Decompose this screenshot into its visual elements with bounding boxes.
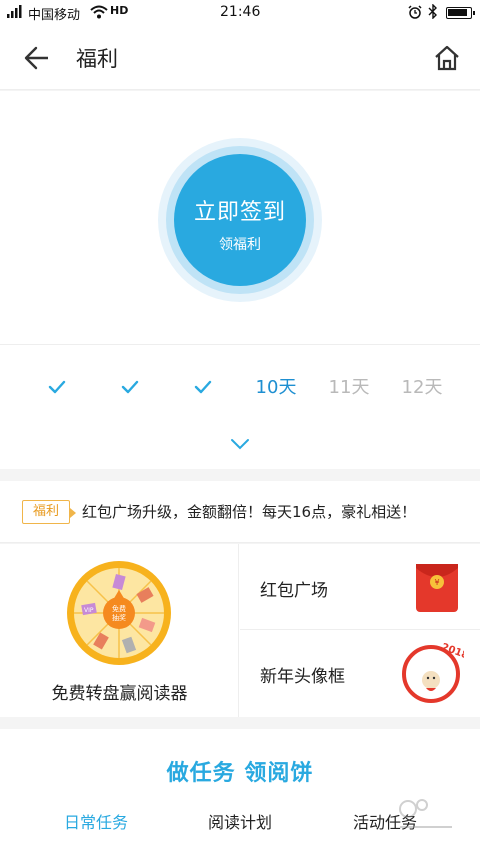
lucky-wheel-card[interactable]: VIP 免费 抽奖 免费转盘赢阅读器: [0, 544, 239, 717]
wheel-center-text-2: 抽奖: [112, 613, 126, 622]
chevron-down-icon[interactable]: [229, 436, 251, 452]
back-arrow-icon[interactable]: [22, 44, 52, 72]
day-checked-2: [100, 373, 160, 403]
battery-icon: [446, 7, 475, 19]
sign-in-button[interactable]: 立即签到 领福利: [174, 154, 306, 286]
checkmark-icon: [121, 380, 139, 394]
red-packet-label: 红包广场: [260, 581, 328, 601]
day-future-11: 11天: [328, 377, 370, 398]
carrier-name: 中国移动: [28, 8, 81, 23]
hd-call-indicator: HD: [110, 4, 129, 17]
watermark-logo: [399, 799, 452, 828]
day-current: 10天: [255, 377, 297, 398]
tab-daily-tasks[interactable]: 日常任务: [64, 809, 128, 833]
clock: 21:46: [220, 4, 261, 20]
status-bar: 中国移动 HD 21:46: [0, 0, 480, 26]
wheel-center-text-1: 免费: [112, 604, 126, 613]
notice-tag: 福利: [22, 500, 76, 524]
day-future-12: 12天: [401, 377, 443, 398]
day-checked-1: [27, 373, 87, 403]
prize-wheel-icon: VIP 免费 抽奖: [67, 561, 171, 665]
sign-in-label: 立即签到: [193, 200, 286, 225]
avatar-frame-label: 新年头像框: [260, 667, 345, 687]
promo-grid: VIP 免费 抽奖 免费转盘赢阅读器 红包广场 ¥ 新年头像框 2018: [0, 544, 480, 717]
red-packet-card[interactable]: 红包广场 ¥: [240, 544, 480, 630]
wifi-icon: [90, 5, 108, 19]
checkmark-icon: [194, 380, 212, 394]
notice-message: 红包广场升级，金额翻倍！每天16点，豪礼相送！: [82, 503, 417, 521]
lucky-wheel-label: 免费转盘赢阅读器: [51, 684, 188, 704]
svg-text:¥: ¥: [434, 578, 439, 587]
bluetooth-icon: [428, 4, 437, 19]
checkin-section: 立即签到 领福利 10天 11天 12天: [0, 91, 480, 469]
notice-bar[interactable]: 福利 红包广场升级，金额翻倍！每天16点，豪礼相送！: [0, 481, 480, 543]
tab-reading-plan[interactable]: 阅读计划: [208, 809, 272, 833]
red-envelope-icon: ¥: [416, 564, 458, 612]
avatar-frame-card[interactable]: 新年头像框 2018: [240, 630, 480, 717]
page-title: 福利: [76, 47, 118, 71]
checkin-days-row: 10天 11天 12天: [0, 373, 480, 403]
signal-icon: [7, 5, 22, 18]
day-checked-3: [173, 373, 233, 403]
checkmark-icon: [48, 380, 66, 394]
new-year-avatar-frame-icon: 2018: [402, 642, 464, 703]
app-header: 福利: [0, 26, 480, 90]
alarm-icon: [408, 5, 422, 19]
divider: [0, 344, 480, 345]
home-icon[interactable]: [432, 44, 462, 72]
wheel-vip-badge: VIP: [84, 607, 94, 614]
sign-in-sublabel: 领福利: [219, 237, 261, 253]
tasks-title: 做任务 领阅饼: [166, 761, 314, 786]
